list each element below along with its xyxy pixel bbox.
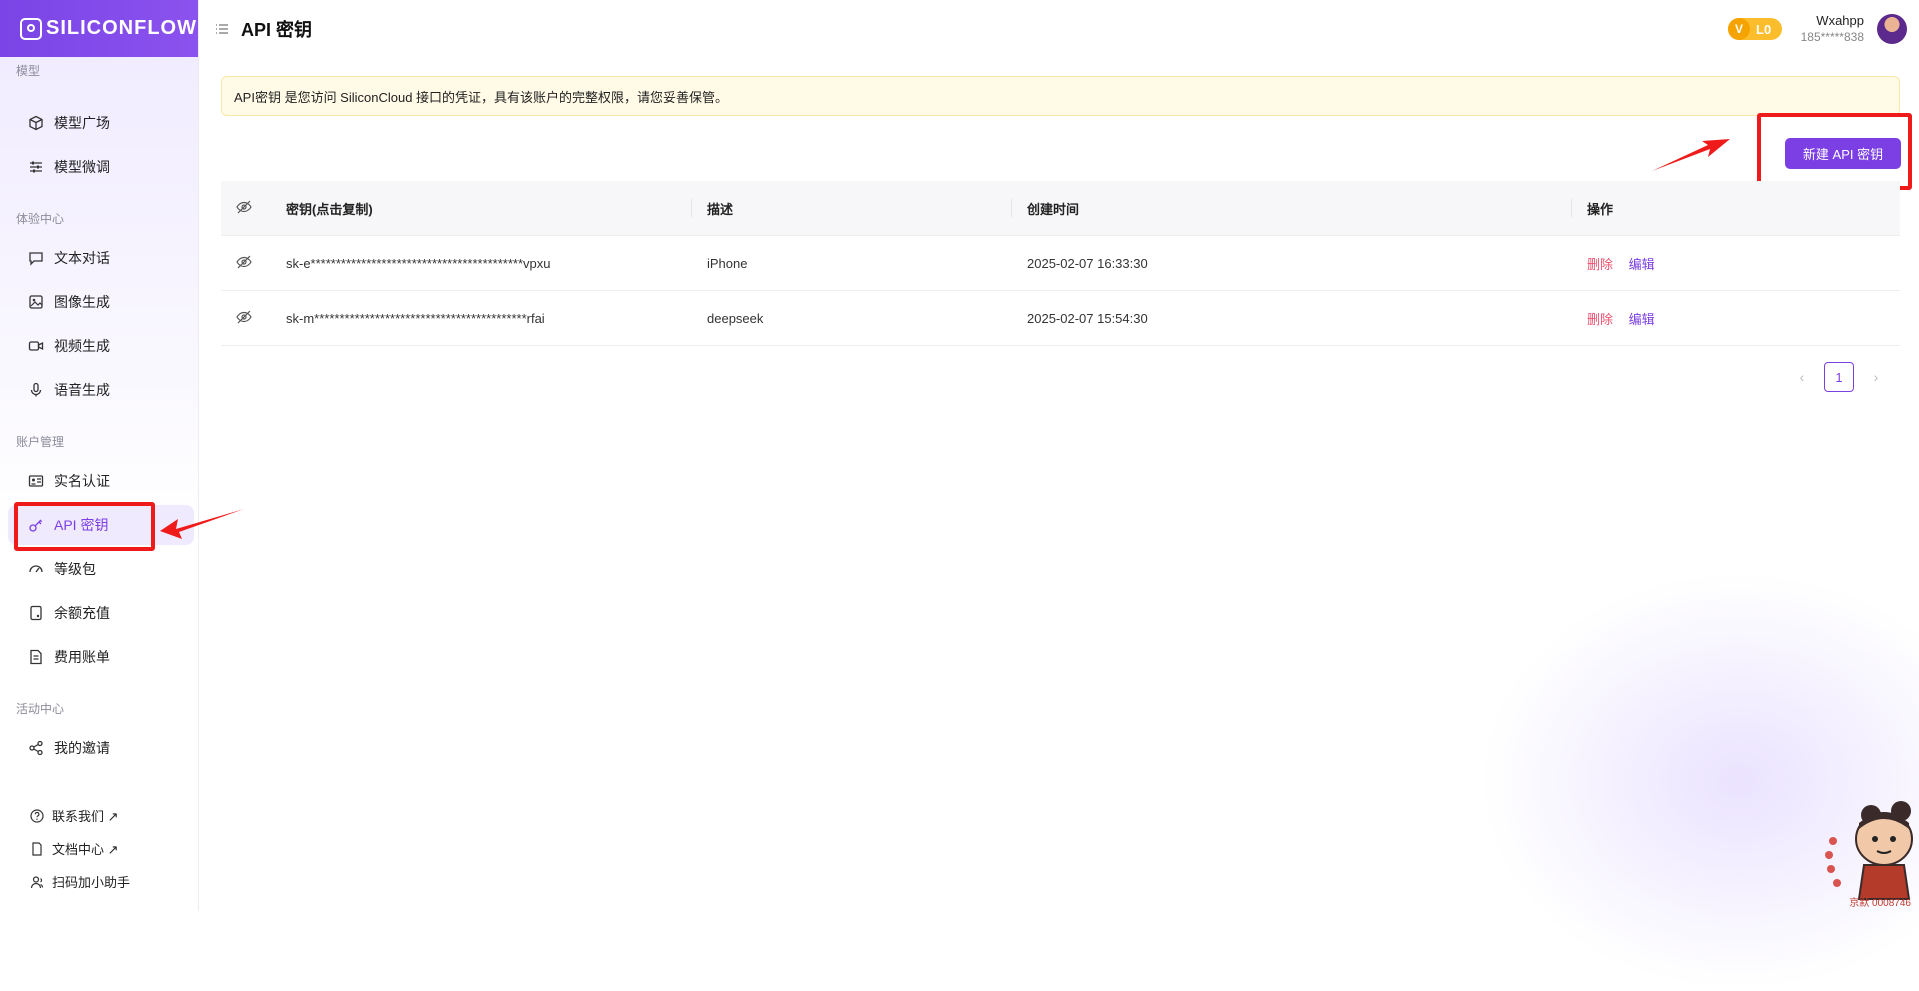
sidebar-item-label: 实名认证 [54, 473, 110, 489]
share-icon [28, 740, 44, 756]
gauge-icon [28, 561, 44, 577]
cube-icon [28, 115, 44, 131]
sliders-icon [28, 159, 44, 175]
sidebar-item-label: 模型微调 [54, 159, 110, 175]
sidebar-item-model-square[interactable]: 模型广场 [8, 103, 194, 143]
sidebar-item-label: 语音生成 [54, 382, 110, 398]
avatar[interactable] [1877, 14, 1907, 44]
eye-off-icon [236, 310, 252, 327]
api-keys-table: 密钥(点击复制) 描述 创建时间 操作 sk-e****************… [221, 181, 1900, 346]
bill-icon [28, 649, 44, 665]
vip-icon: V [1728, 18, 1750, 40]
section-label-account: 账户管理 [16, 435, 65, 449]
sidebar-item-recharge[interactable]: 余额充值 [8, 593, 194, 633]
doc-icon [30, 841, 44, 856]
footer-docs-link[interactable]: 文档中心 ↗ [30, 839, 119, 858]
eye-off-icon [236, 255, 252, 272]
help-icon [30, 808, 44, 823]
section-label-activity: 活动中心 [16, 702, 65, 716]
sidebar-item-billing[interactable]: 费用账单 [8, 637, 194, 677]
mic-icon [28, 382, 44, 398]
annotation-highlight-button [1757, 113, 1912, 190]
sidebar-item-label: 文本对话 [54, 250, 110, 266]
edit-button[interactable]: 编辑 [1629, 312, 1655, 327]
sidebar-item-level-pack[interactable]: 等级包 [8, 549, 194, 589]
user-icon [30, 875, 44, 889]
table-header: 密钥(点击复制) 描述 创建时间 操作 [221, 181, 1900, 236]
column-header-key: 密钥(点击复制) [286, 201, 373, 217]
table-row: sk-e************************************… [221, 236, 1900, 291]
sidebar-item-label: 我的邀请 [54, 740, 110, 756]
edit-button[interactable]: 编辑 [1629, 257, 1655, 272]
image-icon [28, 294, 44, 310]
sidebar-item-text-chat[interactable]: 文本对话 [8, 238, 194, 278]
annotation-arrow-button [1652, 139, 1730, 171]
sidebar-item-video-gen[interactable]: 视频生成 [8, 326, 194, 366]
page-number-button[interactable]: 1 [1824, 362, 1854, 392]
user-phone: 185*****838 [1800, 30, 1864, 44]
page-header: API 密钥 [200, 0, 1919, 57]
sidebar-item-realname[interactable]: 实名认证 [8, 461, 194, 501]
sidebar-item-model-finetune[interactable]: 模型微调 [8, 147, 194, 187]
page-title: API 密钥 [241, 19, 313, 40]
prev-page-button[interactable]: ‹ [1790, 369, 1814, 385]
wallet-icon [28, 605, 44, 621]
notice-text: API密钥 是您访问 SiliconCloud 接口的凭证，具有该账户的完整权限… [234, 89, 729, 105]
brand-logo[interactable]: SILICONFLOW [0, 0, 198, 57]
row-actions: 删除 编辑 [1571, 309, 1900, 328]
sidebar-item-label: 费用账单 [54, 649, 110, 665]
watermark-text: 京默 0008746 [1849, 898, 1911, 909]
chat-icon [28, 250, 44, 266]
table-row: sk-m************************************… [221, 291, 1900, 346]
api-key-value[interactable]: sk-m************************************… [286, 311, 691, 326]
footer-contact-link[interactable]: 联系我们 ↗ [30, 806, 119, 825]
notice-banner: API密钥 是您访问 SiliconCloud 接口的凭证，具有该账户的完整权限… [221, 76, 1900, 116]
toggle-visibility-all[interactable] [221, 200, 286, 217]
footer-label: 扫码加小助手 [52, 875, 131, 890]
row-actions: 删除 编辑 [1571, 254, 1900, 273]
sidebar: SILICONFLOW 模型 模型广场 模型微调 体验中心 文本对话 图像生成 … [0, 0, 199, 911]
footer-label: 联系我们 ↗ [52, 809, 119, 824]
sidebar-item-label: 余额充值 [54, 605, 110, 621]
pagination: ‹ 1 › [1790, 362, 1888, 392]
key-description: deepseek [707, 310, 764, 326]
key-created-time: 2025-02-07 16:33:30 [1027, 255, 1148, 271]
next-page-button[interactable]: › [1864, 369, 1888, 385]
api-key-value[interactable]: sk-e************************************… [286, 256, 691, 271]
column-header-desc: 描述 [691, 199, 1011, 218]
section-label-models: 模型 [16, 64, 41, 78]
delete-button[interactable]: 删除 [1587, 312, 1613, 327]
toggle-visibility[interactable] [221, 310, 286, 327]
menu-collapse-icon[interactable] [215, 22, 229, 36]
sidebar-item-image-gen[interactable]: 图像生成 [8, 282, 194, 322]
annotation-highlight-sidebar [14, 502, 155, 551]
mascot-watermark-image [1825, 801, 1913, 900]
id-card-icon [28, 473, 44, 489]
sidebar-item-label: 视频生成 [54, 338, 110, 354]
annotation-arrow-sidebar [160, 509, 244, 539]
column-header-ops: 操作 [1571, 199, 1900, 218]
sidebar-item-label: 等级包 [54, 561, 96, 577]
footer-assistant-link[interactable]: 扫码加小助手 [30, 872, 130, 891]
logo-icon [20, 17, 42, 40]
footer-label: 文档中心 ↗ [52, 842, 119, 857]
sidebar-item-label: 图像生成 [54, 294, 110, 310]
section-label-experience: 体验中心 [16, 212, 65, 226]
video-icon [28, 338, 44, 354]
key-description: iPhone [707, 255, 748, 271]
sidebar-item-invite[interactable]: 我的邀请 [8, 728, 194, 768]
column-header-time: 创建时间 [1011, 199, 1571, 218]
user-name: Wxahpp [1816, 13, 1864, 28]
toggle-visibility[interactable] [221, 255, 286, 272]
sidebar-item-label: 模型广场 [54, 115, 110, 131]
delete-button[interactable]: 删除 [1587, 257, 1613, 272]
key-created-time: 2025-02-07 15:54:30 [1027, 310, 1148, 326]
eye-off-icon [236, 200, 252, 217]
level-label: L0 [1756, 21, 1772, 37]
brand-name: SILICONFLOW [46, 17, 197, 39]
level-badge[interactable]: V L0 [1728, 18, 1782, 40]
sidebar-item-voice-gen[interactable]: 语音生成 [8, 370, 194, 410]
